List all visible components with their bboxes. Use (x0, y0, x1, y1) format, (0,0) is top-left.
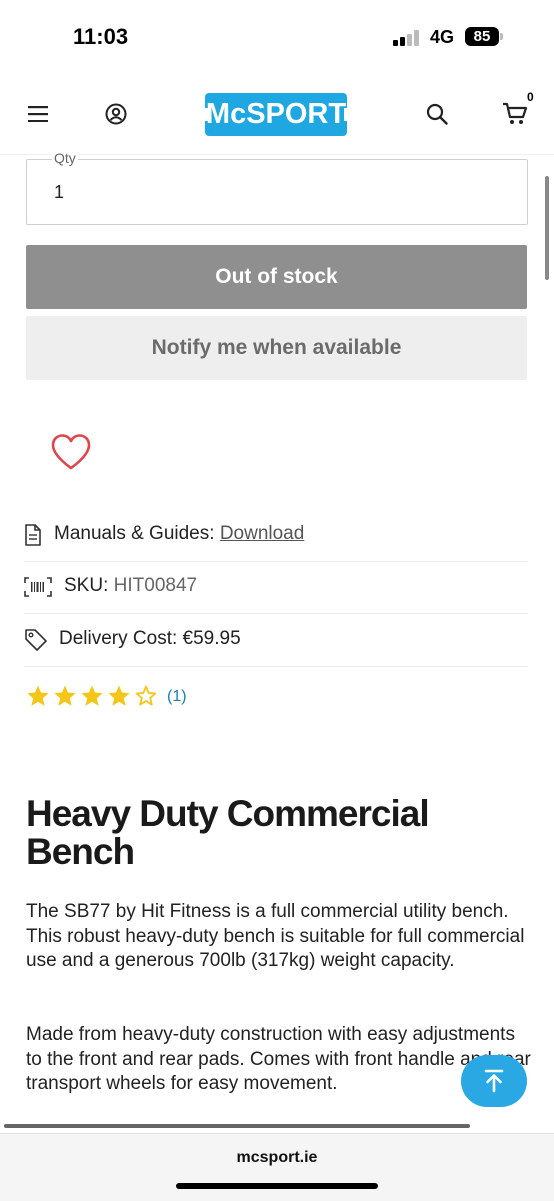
manuals-row: Manuals & Guides: Download (24, 509, 528, 562)
sku-label: SKU: (64, 575, 109, 596)
menu-icon[interactable] (28, 106, 48, 122)
account-icon[interactable] (105, 103, 127, 125)
search-icon[interactable] (426, 103, 448, 125)
cart-icon[interactable] (502, 102, 528, 126)
product-description-1: The SB77 by Hit Fitness is a full commer… (26, 901, 525, 971)
home-indicator[interactable] (176, 1183, 378, 1189)
manuals-download-link[interactable]: Download (220, 523, 305, 544)
star-filled-icon (27, 685, 49, 706)
status-bar: 11:03 4G 85 (0, 0, 554, 72)
site-header: McSPORT 0 (0, 72, 554, 155)
star-filled-icon (81, 685, 103, 706)
qty-input[interactable] (26, 159, 528, 225)
back-to-top-button[interactable] (461, 1055, 527, 1107)
price-tag-icon (25, 629, 47, 651)
star-filled-icon (54, 685, 76, 706)
barcode-icon (24, 577, 52, 597)
review-count-link[interactable]: (1) (167, 688, 187, 706)
star-empty-icon (135, 685, 157, 706)
star-filled-icon (108, 685, 130, 706)
manuals-label: Manuals & Guides: (54, 523, 215, 544)
battery-icon: 85 (465, 27, 499, 46)
sku-text: SKU: HIT00847 (64, 575, 197, 597)
url-text[interactable]: mcsport.ie (0, 1149, 554, 1167)
browser-address-bar[interactable]: mcsport.ie (0, 1133, 554, 1201)
notify-button[interactable]: Notify me when available (26, 316, 527, 380)
product-title: Heavy Duty Commercial Bench (26, 793, 430, 872)
sku-row: SKU: HIT00847 (24, 561, 528, 614)
delivery-row: Delivery Cost: €59.95 (24, 614, 528, 667)
delivery-value: €59.95 (182, 628, 241, 649)
qty-value[interactable]: 1 (54, 182, 64, 203)
status-time: 11:03 (73, 24, 129, 49)
document-icon (25, 524, 41, 546)
page-scrollbar[interactable] (545, 176, 549, 280)
battery-tip (500, 33, 503, 40)
brand-logo[interactable]: McSPORT (202, 93, 350, 136)
out-of-stock-button[interactable]: Out of stock (26, 245, 527, 309)
sku-value: HIT00847 (113, 575, 198, 596)
cart-count-badge: 0 (527, 90, 534, 104)
network-label: 4G (430, 27, 455, 47)
arrow-up-icon (484, 1069, 504, 1093)
qty-label: Qty (52, 150, 78, 166)
signal-icon (393, 30, 423, 46)
product-description-2: Made from heavy-duty construction with e… (26, 1024, 531, 1094)
delivery-label: Delivery Cost: (59, 628, 178, 649)
delivery-text: Delivery Cost: €59.95 (59, 628, 241, 650)
horizontal-scrollbar[interactable] (4, 1124, 470, 1128)
logo-text: McSPORT (205, 98, 347, 130)
wishlist-heart-icon[interactable] (50, 433, 92, 471)
manuals-text: Manuals & Guides: Download (54, 523, 304, 545)
